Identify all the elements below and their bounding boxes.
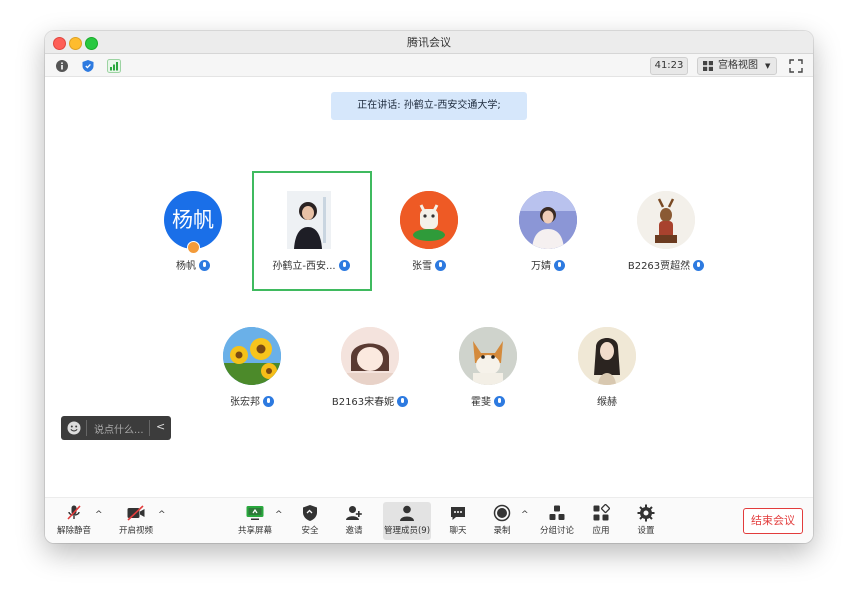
invite-label: 邀请 <box>345 526 363 536</box>
fullscreen-icon[interactable] <box>789 58 803 73</box>
meeting-window: 腾讯会议 41:23 宫格视图 ▼ 正在讲话: 孙鹤立-西安交通大学; 杨帆 杨… <box>45 31 813 543</box>
participant-name: 张宏邦 <box>192 393 312 408</box>
participant-name: 万婧 <box>488 257 608 272</box>
avatar <box>519 191 577 249</box>
participant-name: 杨帆 <box>133 257 253 272</box>
unmute-button[interactable]: 解除静音 <box>57 504 91 536</box>
bottom-toolbar: 解除静音 ^ 开启视频 ^ 共享屏幕 ^ 安全 邀请 管理成员(9) 聊天 录制… <box>45 497 813 543</box>
chevron-up-icon[interactable]: ^ <box>275 510 283 520</box>
settings-button[interactable]: 设置 <box>633 504 659 536</box>
avatar <box>578 327 636 385</box>
participant-name: B2263贾超然 <box>606 257 726 272</box>
window-title: 腾讯会议 <box>407 36 451 49</box>
invite-button[interactable]: 邀请 <box>341 504 367 536</box>
top-toolbar: 41:23 宫格视图 ▼ <box>45 54 813 77</box>
chevron-left-icon[interactable]: < <box>156 420 165 433</box>
avatar <box>287 191 331 249</box>
avatar <box>400 191 458 249</box>
manage-members-button[interactable]: 管理成员(9) <box>383 504 431 536</box>
chevron-up-icon[interactable]: ^ <box>158 510 166 520</box>
manage-members-label: 管理成员(9) <box>383 526 431 536</box>
breakout-label: 分组讨论 <box>539 526 574 536</box>
avatar <box>459 327 517 385</box>
mic-muted-icon <box>67 505 81 520</box>
apps-button[interactable]: 应用 <box>588 504 614 536</box>
chat-button[interactable]: 聊天 <box>445 504 471 536</box>
participant-name: 张雪 <box>369 257 489 272</box>
share-screen-icon <box>246 506 264 520</box>
record-button[interactable]: 录制 <box>489 504 515 536</box>
avatar <box>341 327 399 385</box>
speaking-banner: 正在讲话: 孙鹤立-西安交通大学; <box>331 92 527 120</box>
start-video-button[interactable]: 开启视频 <box>119 504 153 536</box>
avatar <box>223 327 281 385</box>
grid-view-icon <box>703 61 713 71</box>
gear-icon <box>637 504 655 522</box>
mic-icon <box>338 260 350 271</box>
mic-icon <box>199 260 210 271</box>
user-icon <box>400 505 414 521</box>
start-video-label: 开启视频 <box>119 526 154 536</box>
host-badge-icon <box>187 241 200 254</box>
record-label: 录制 <box>493 526 511 536</box>
chat-quick-input[interactable]: 说点什么... < <box>61 416 171 440</box>
breakout-button[interactable]: 分组讨论 <box>539 504 575 536</box>
mic-icon <box>494 396 505 407</box>
video-off-icon <box>127 505 145 521</box>
emoji-icon[interactable] <box>67 421 81 435</box>
participant-name: 霍斐 <box>428 393 548 408</box>
info-icon[interactable] <box>55 58 69 72</box>
divider <box>149 420 150 436</box>
signal-bars-icon[interactable] <box>107 58 121 73</box>
share-screen-button[interactable]: 共享屏幕 <box>237 504 273 536</box>
mic-icon <box>397 396 409 407</box>
mic-icon <box>263 396 274 407</box>
participant-name: 孙鹤立-西安... <box>251 257 371 272</box>
record-icon <box>493 504 511 522</box>
security-button[interactable]: 安全 <box>297 504 323 536</box>
chat-bubble-icon <box>451 507 465 520</box>
participant-name: 缑赫 <box>597 397 617 408</box>
participant-name: B2163宋春妮 <box>310 393 430 408</box>
apps-label: 应用 <box>592 526 610 536</box>
chevron-up-icon[interactable]: ^ <box>521 510 529 520</box>
meeting-timer: 41:23 <box>650 57 688 75</box>
title-bar: 腾讯会议 <box>45 31 813 54</box>
security-label: 安全 <box>301 526 319 536</box>
settings-label: 设置 <box>637 526 655 536</box>
chevron-up-icon[interactable]: ^ <box>95 510 103 520</box>
add-user-icon <box>346 506 362 520</box>
mic-icon <box>435 260 446 271</box>
apps-icon <box>593 504 610 521</box>
shield-icon[interactable] <box>81 58 95 72</box>
caret-down-icon: ▼ <box>765 62 771 70</box>
mic-icon <box>554 260 565 271</box>
chat-placeholder[interactable]: 说点什么... <box>94 421 144 436</box>
avatar <box>637 191 695 249</box>
view-mode-label: 宫格视图 <box>718 60 758 71</box>
mic-icon <box>693 260 705 271</box>
chat-label: 聊天 <box>449 526 467 536</box>
view-mode-dropdown[interactable]: 宫格视图 ▼ <box>697 57 777 75</box>
unmute-label: 解除静音 <box>57 526 92 536</box>
share-screen-label: 共享屏幕 <box>237 526 272 536</box>
divider <box>86 420 87 436</box>
end-meeting-button[interactable]: 结束会议 <box>743 508 803 534</box>
breakout-rooms-icon <box>549 505 565 520</box>
shield-icon <box>303 505 317 521</box>
